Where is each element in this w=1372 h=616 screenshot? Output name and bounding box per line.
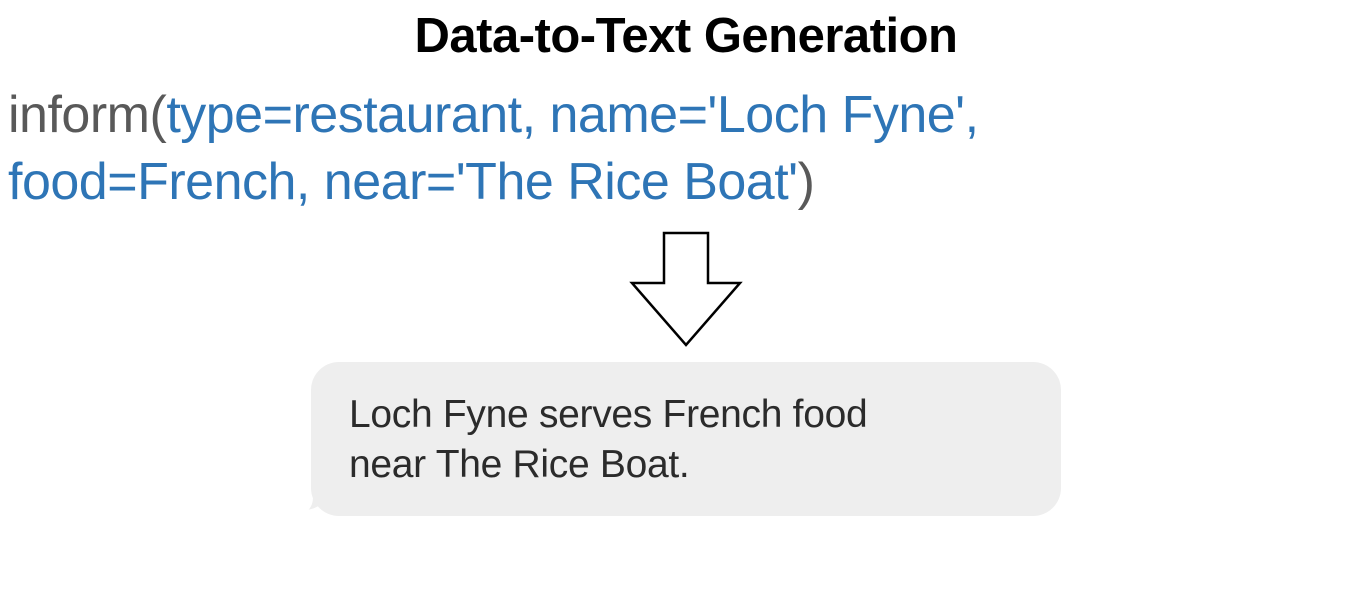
diagram-title: Data-to-Text Generation <box>0 8 1372 64</box>
output-text-line1: Loch Fyne serves French food <box>349 393 867 436</box>
input-args-line1: type=restaurant, name='Loch Fyne', <box>166 86 978 144</box>
structured-input: inform(type=restaurant, name='Loch Fyne'… <box>0 82 1372 215</box>
chat-bubble-output: Loch Fyne serves French food near The Ri… <box>311 362 1061 516</box>
input-args-line2: food=French, near='The Rice Boat' <box>8 153 798 211</box>
arrow-down-icon <box>0 223 1372 358</box>
close-paren: ) <box>798 153 815 211</box>
output-text-line2: near The Rice Boat. <box>349 443 689 486</box>
open-paren: ( <box>149 86 166 144</box>
function-name: inform <box>8 86 149 144</box>
